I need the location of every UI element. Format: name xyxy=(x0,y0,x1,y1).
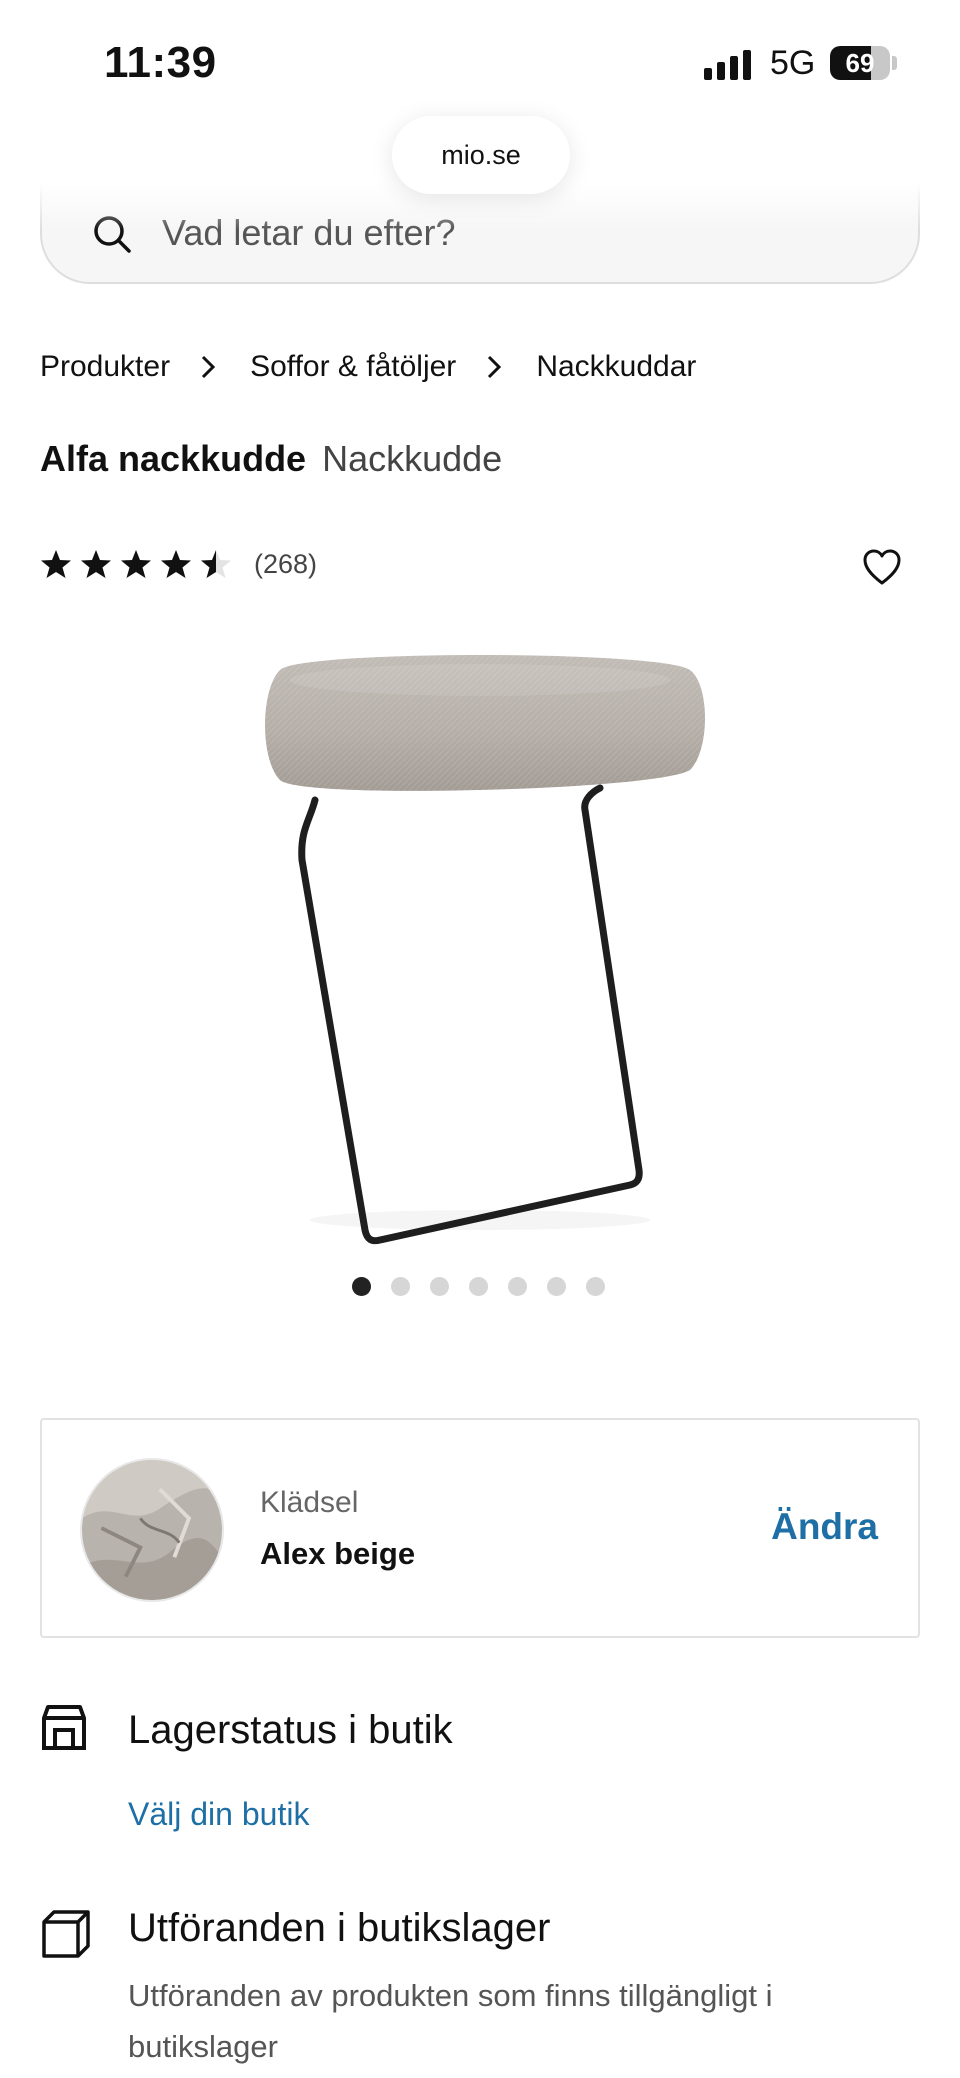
battery-tip xyxy=(892,56,897,70)
battery-level: 69 xyxy=(845,48,875,78)
store-stock-title: Lagerstatus i butik xyxy=(128,1708,453,1752)
chevron-right-icon xyxy=(488,355,502,379)
variants-description: Utföranden av produkten som finns tillgä… xyxy=(128,1978,773,2064)
carousel-dot[interactable] xyxy=(469,1277,488,1296)
product-type: Nackkudde xyxy=(322,438,503,479)
product-rating[interactable]: (268) xyxy=(40,548,317,580)
rating-stars xyxy=(40,548,232,580)
product-title: Alfa nackkudde Nackkudde xyxy=(40,438,502,480)
breadcrumb: Produkter Soffor & fåtöljer Nackkuddar xyxy=(40,350,696,384)
product-name: Alfa nackkudde xyxy=(40,438,307,479)
star-icon xyxy=(81,550,111,578)
battery-icon: 69 xyxy=(830,46,890,80)
carousel-dot[interactable] xyxy=(508,1277,527,1296)
box-icon xyxy=(42,1910,90,1958)
chevron-right-icon xyxy=(202,355,216,379)
star-icon xyxy=(161,550,191,578)
star-icon xyxy=(121,550,151,578)
variants-title: Utföranden i butikslager xyxy=(128,1906,551,1950)
carousel-dot[interactable] xyxy=(547,1277,566,1296)
upholstery-value: Alex beige xyxy=(260,1536,416,1571)
upholstery-label: Klädsel xyxy=(260,1486,359,1519)
carousel-dot[interactable] xyxy=(430,1277,449,1296)
status-bar: 11:39 5G 69 xyxy=(0,0,960,120)
url-bar[interactable]: mio.se xyxy=(392,116,570,194)
carousel-dot[interactable] xyxy=(586,1277,605,1296)
fabric-swatch xyxy=(80,1458,224,1602)
star-icon xyxy=(201,550,231,578)
breadcrumb-item-soffor[interactable]: Soffor & fåtöljer xyxy=(250,350,456,384)
carousel-dot[interactable] xyxy=(391,1277,410,1296)
review-count: (268) xyxy=(254,548,318,579)
upholstery-card[interactable]: Klädsel Alex beige Ändra xyxy=(40,1418,920,1638)
choose-store-link[interactable]: Välj din butik xyxy=(128,1796,309,1833)
store-icon xyxy=(42,1705,86,1750)
heart-icon[interactable] xyxy=(862,548,902,586)
product-image[interactable] xyxy=(240,630,720,1250)
breadcrumb-item-nackkuddar[interactable]: Nackkuddar xyxy=(536,350,696,384)
signal-icon xyxy=(704,50,751,80)
network-type: 5G xyxy=(770,44,816,82)
status-time: 11:39 xyxy=(104,38,217,87)
change-upholstery-button[interactable]: Ändra xyxy=(771,1506,878,1548)
breadcrumb-item-produkter[interactable]: Produkter xyxy=(40,350,170,384)
carousel-dot[interactable] xyxy=(352,1277,371,1296)
carousel-dots[interactable] xyxy=(352,1277,605,1296)
star-icon xyxy=(41,550,71,578)
